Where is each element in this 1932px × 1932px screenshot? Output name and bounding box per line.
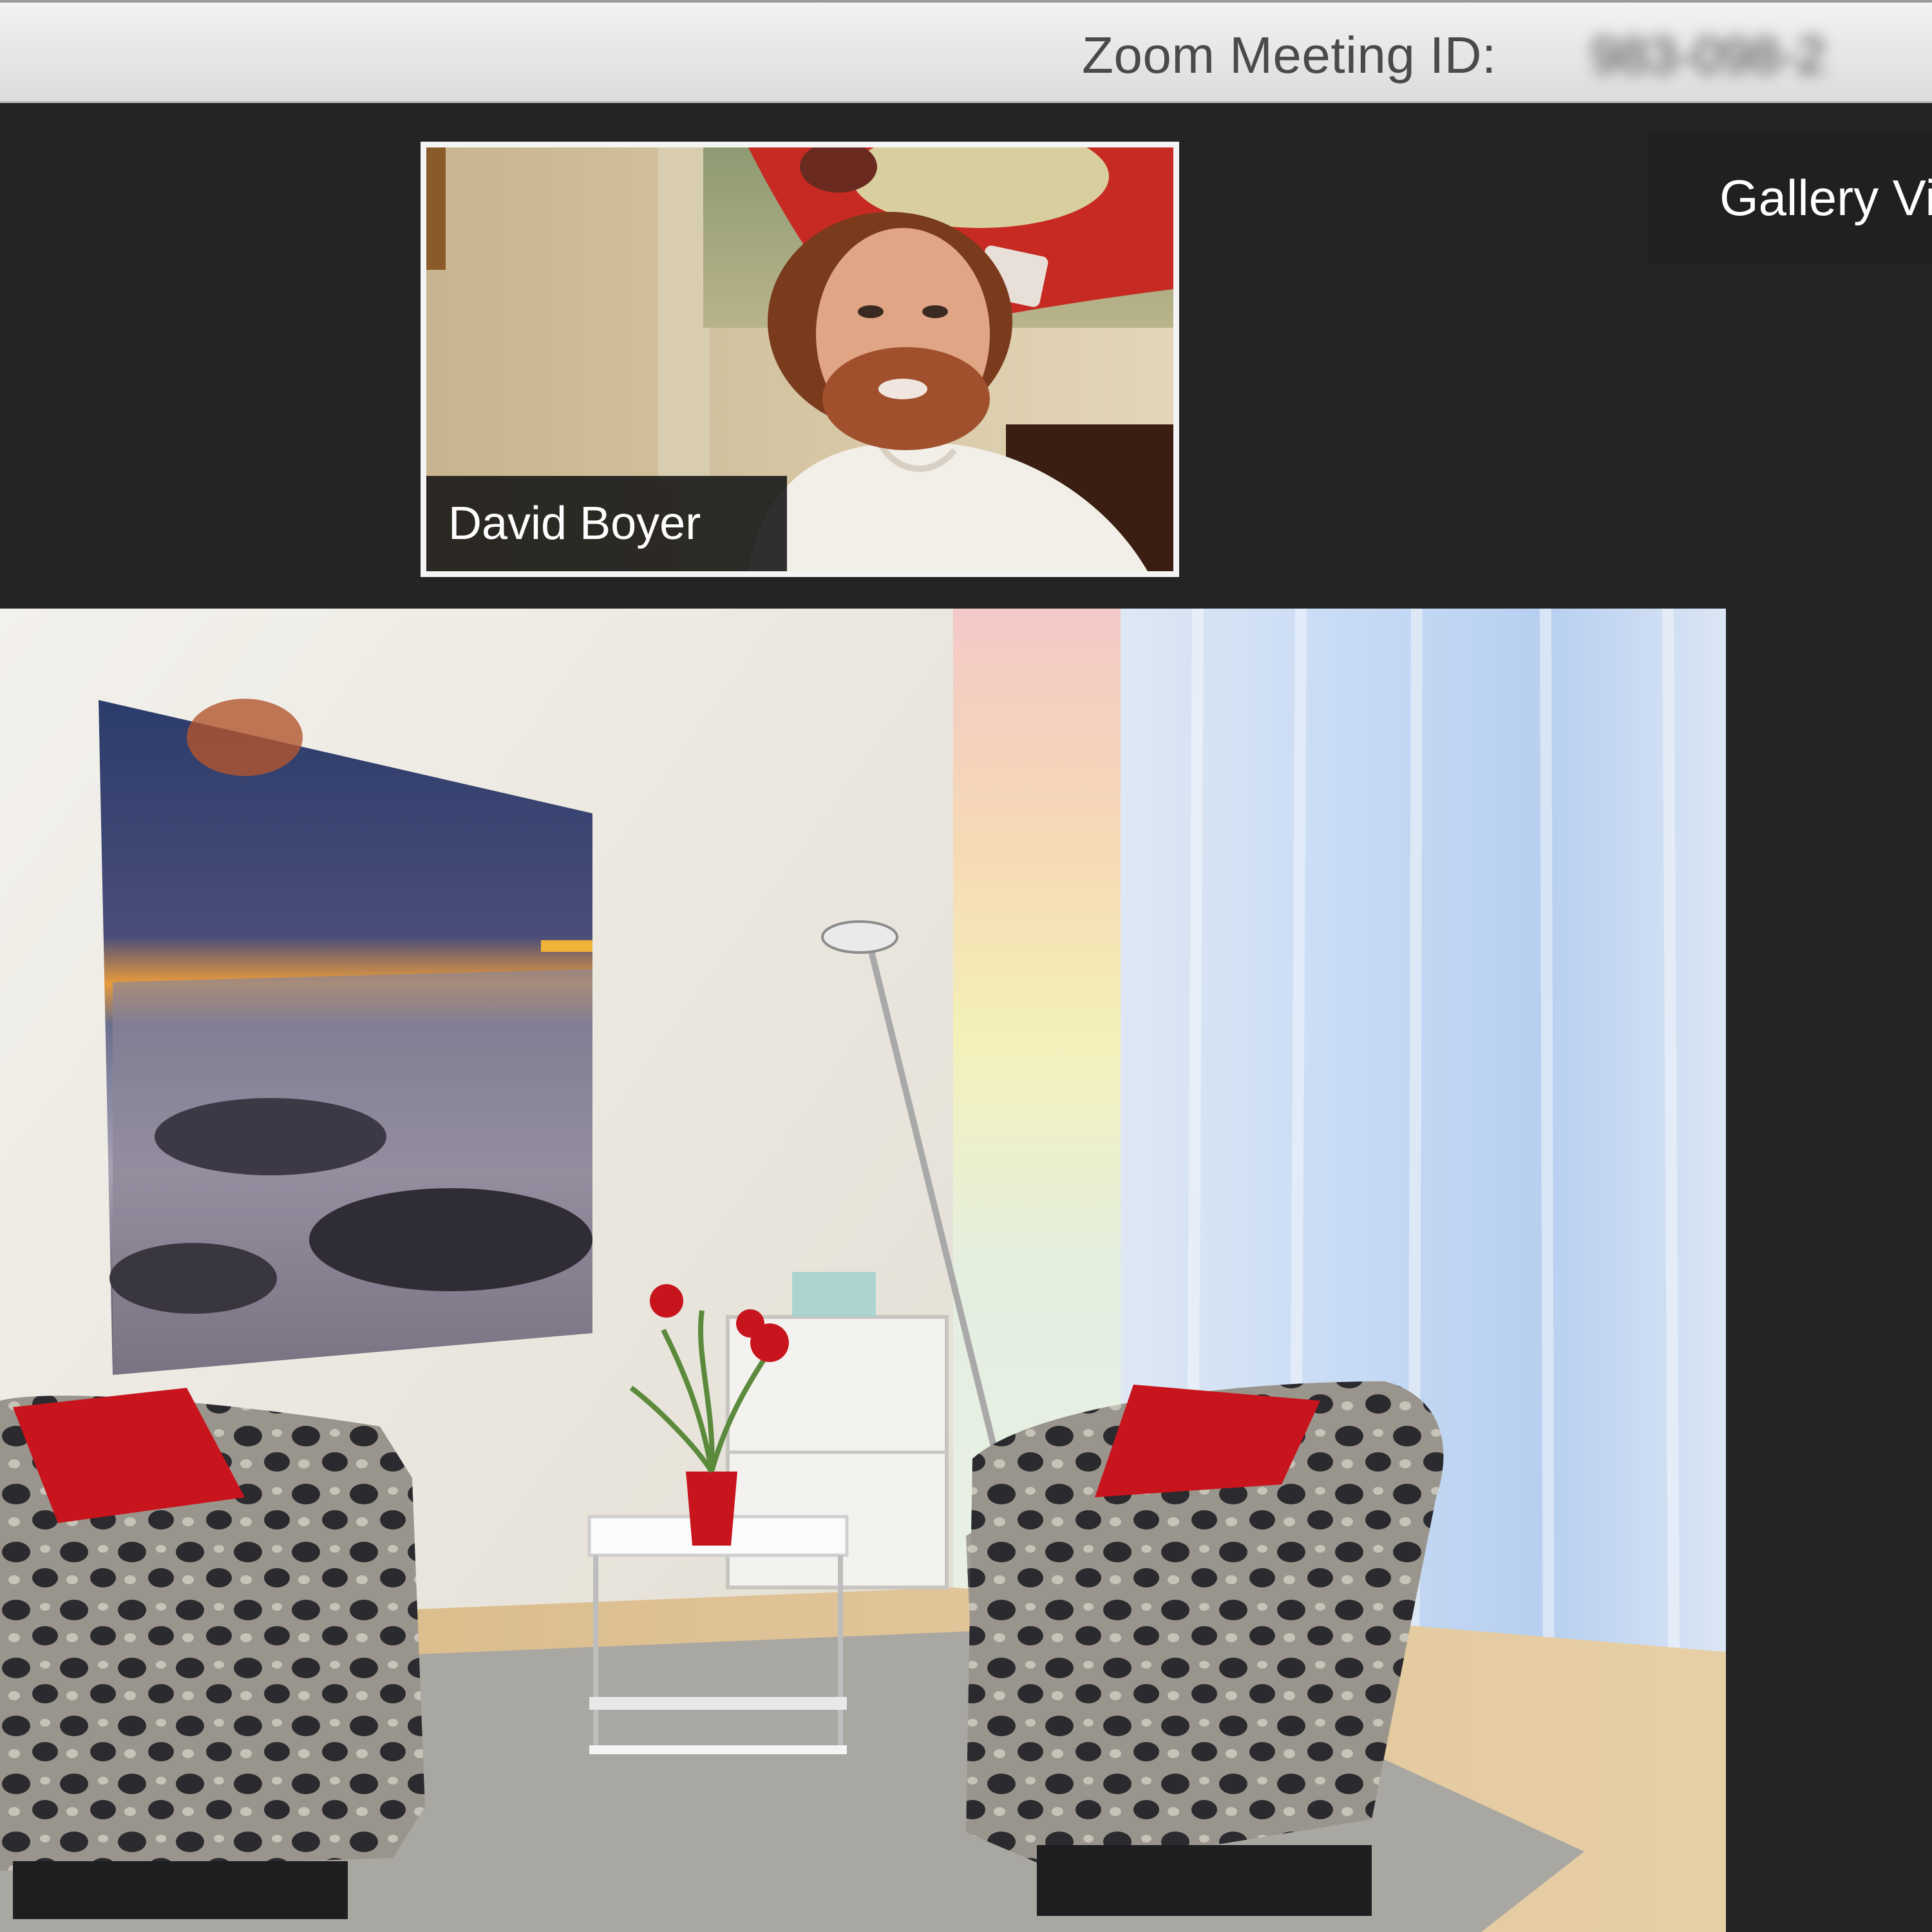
meeting-id-label: Zoom Meeting ID:: [1082, 26, 1497, 84]
participant-name-tag: David Boyer: [426, 476, 787, 571]
gallery-view-button[interactable]: Gallery View: [1649, 132, 1932, 264]
active-speaker-video[interactable]: [0, 609, 1726, 1932]
participant-thumbnail[interactable]: David Boyer: [421, 142, 1179, 577]
gallery-view-label: Gallery View: [1719, 169, 1932, 226]
meeting-id-value: 983-098-2: [1591, 26, 1826, 84]
virtual-background-image: [0, 609, 1726, 1932]
window-title-bar[interactable]: Zoom Meeting ID: 983-098-2: [0, 0, 1932, 103]
right-panel: [1726, 609, 1932, 1932]
